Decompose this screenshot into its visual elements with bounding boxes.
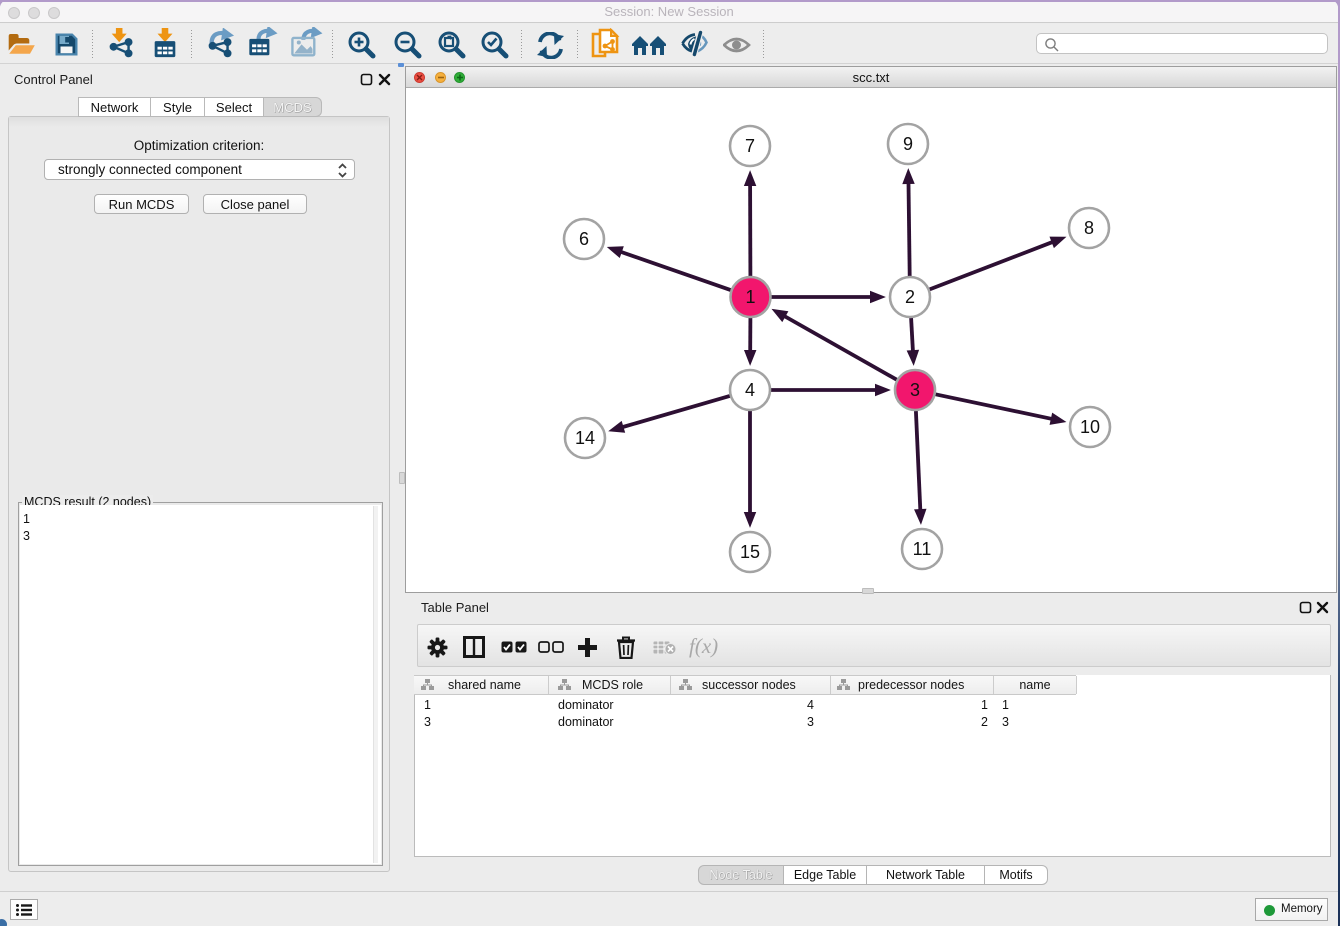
svg-text:6: 6 — [579, 229, 589, 249]
svg-text:9: 9 — [903, 134, 913, 154]
svg-text:14: 14 — [575, 428, 595, 448]
svg-text:15: 15 — [740, 542, 760, 562]
svg-text:3: 3 — [910, 380, 920, 400]
svg-text:10: 10 — [1080, 417, 1100, 437]
svg-text:11: 11 — [913, 539, 932, 559]
svg-text:1: 1 — [745, 287, 755, 307]
svg-text:8: 8 — [1084, 218, 1094, 238]
svg-text:4: 4 — [745, 380, 755, 400]
svg-text:7: 7 — [745, 136, 755, 156]
svg-text:2: 2 — [905, 287, 915, 307]
